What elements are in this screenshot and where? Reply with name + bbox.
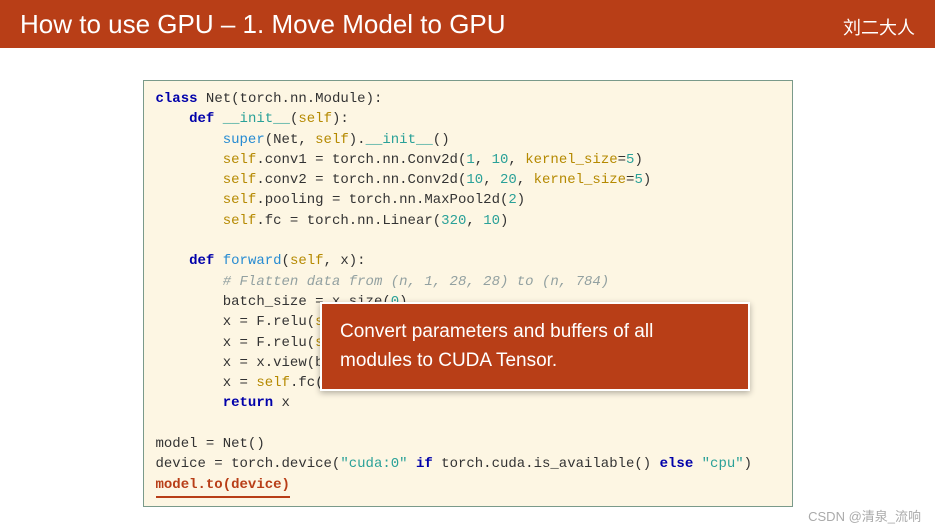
init-fn: __init__ [223, 111, 290, 127]
kwarg: kernel_size [525, 152, 617, 168]
slide-header: How to use GPU – 1. Move Model to GPU 刘二… [0, 0, 935, 48]
fc-assign: .fc = torch.nn.Linear( [256, 213, 441, 229]
self: self [298, 111, 332, 127]
is-avail: torch.cuda.is_available() [441, 456, 651, 472]
cpu-str: "cpu" [702, 456, 744, 472]
n: 5 [626, 152, 634, 168]
init-call: __init__ [366, 132, 433, 148]
class-name: Net [206, 91, 231, 107]
callout-box: Convert parameters and buffers of all mo… [320, 302, 750, 391]
super-call: super [223, 132, 265, 148]
conv1-assign: .conv1 = torch.nn.Conv2d( [256, 152, 466, 168]
comment: # Flatten data from (n, 1, 28, 28) to (n… [223, 274, 609, 290]
relu1-pre: x = F.relu( [223, 314, 315, 330]
self: self [223, 172, 257, 188]
slide-author: 刘二大人 [843, 14, 915, 40]
class-base: torch.nn.Module [240, 91, 366, 107]
n: 10 [483, 213, 500, 229]
n: 20 [500, 172, 517, 188]
model-to-device: model.to(device) [156, 475, 290, 498]
self: self [256, 375, 290, 391]
self: self [223, 152, 257, 168]
kwarg: kernel_size [534, 172, 626, 188]
self: self [315, 132, 349, 148]
fc-pre: x = [223, 375, 257, 391]
close: ) [744, 456, 752, 472]
callout-text: Convert parameters and buffers of all mo… [340, 321, 653, 371]
slide-title: How to use GPU – 1. Move Model to GPU [20, 9, 506, 40]
conv2-assign: .conv2 = torch.nn.Conv2d( [256, 172, 466, 188]
self: self [223, 213, 257, 229]
kw-def: def [189, 253, 214, 269]
model-inst: model = Net() [156, 436, 265, 452]
self: self [290, 253, 324, 269]
pool-assign: .pooling = torch.nn.MaxPool2d( [256, 192, 508, 208]
n: 1 [466, 152, 474, 168]
cuda-str: "cuda:0" [340, 456, 407, 472]
watermark: CSDN @清泉_流响 [808, 506, 921, 525]
kw-return: return [223, 395, 273, 411]
kw-else: else [651, 456, 701, 472]
param-x: x [340, 253, 348, 269]
ret-var: x [273, 395, 290, 411]
device-assign: device = torch.device( [156, 456, 341, 472]
n: 320 [441, 213, 466, 229]
n: 10 [466, 172, 483, 188]
kw-class: class [156, 91, 198, 107]
kw-def: def [189, 111, 214, 127]
n: 10 [492, 152, 509, 168]
code-block: class Net(torch.nn.Module): def __init__… [143, 80, 793, 507]
super-args: Net, [273, 132, 307, 148]
n: 5 [634, 172, 642, 188]
forward-fn: forward [223, 253, 282, 269]
self: self [223, 192, 257, 208]
kw-if: if [408, 456, 442, 472]
n: 2 [508, 192, 516, 208]
relu2-pre: x = F.relu( [223, 335, 315, 351]
